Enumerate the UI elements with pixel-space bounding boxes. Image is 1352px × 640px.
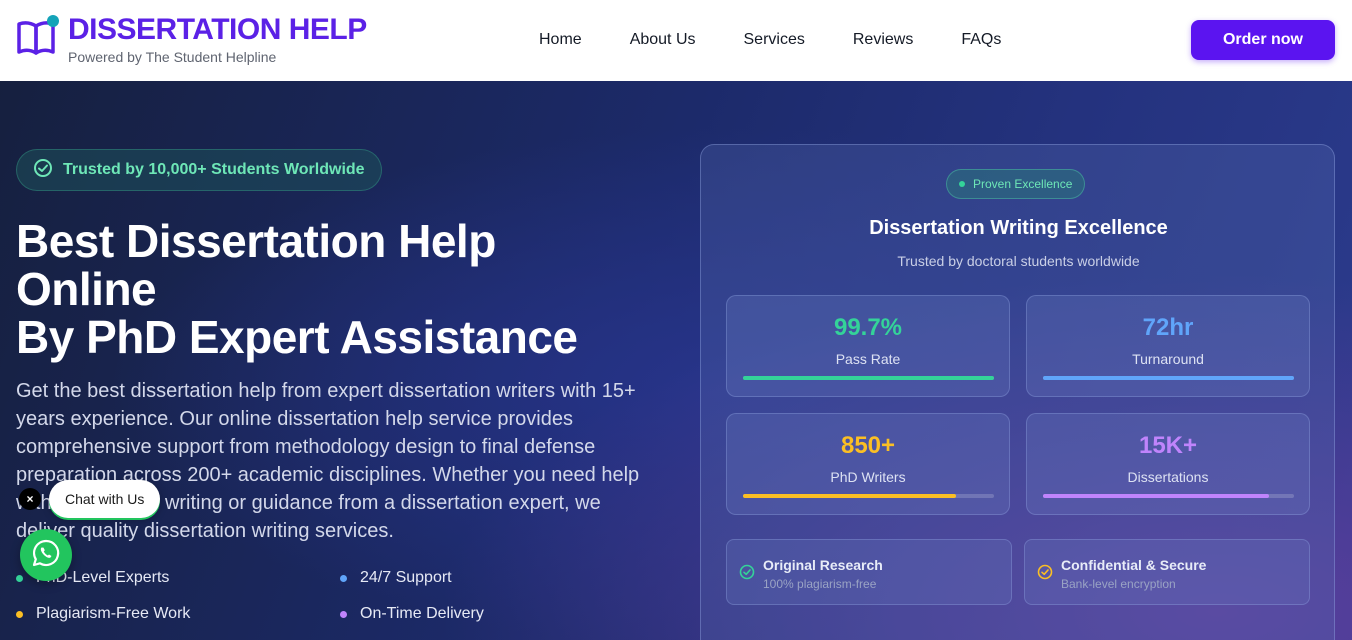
hero-title-line-1: Best Dissertation Help [16, 215, 496, 267]
book-icon [16, 14, 60, 60]
stat-progress-bar [743, 376, 994, 380]
nav-about-us[interactable]: About Us [630, 30, 696, 50]
stat-phd-writers: 850+ PhD Writers [726, 413, 1010, 515]
feature-item: 24/7 Support [340, 569, 452, 587]
stat-value: 99.7% [833, 314, 903, 341]
bullet-icon [340, 610, 347, 618]
trust-badge-text: Trusted by 10,000+ Students Worldwide [63, 161, 365, 178]
bullet-icon [16, 574, 23, 582]
nav-home[interactable]: Home [539, 30, 582, 50]
order-now-button[interactable]: Order now [1191, 20, 1335, 60]
logo[interactable]: DISSERTATION HELP Powered by The Student… [16, 14, 367, 65]
check-circle-icon [1037, 564, 1053, 585]
feature-confidential-secure: Confidential & Secure Bank-level encrypt… [1024, 539, 1310, 605]
stat-progress-bar [1043, 494, 1294, 498]
nav-faqs[interactable]: FAQs [961, 30, 1001, 50]
stat-label: Pass Rate [835, 351, 901, 367]
stat-label: Dissertations [1127, 469, 1209, 485]
pill-label: Proven Excellence [973, 177, 1073, 191]
stat-dissertations: 15K+ Dissertations [1026, 413, 1310, 515]
brand-name: DISSERTATION HELP [68, 13, 367, 46]
stat-turnaround: 72hr Turnaround [1026, 295, 1310, 397]
feature-title: Confidential & Secure [1061, 557, 1207, 573]
status-dot-icon [959, 181, 965, 187]
stat-label: Turnaround [1132, 351, 1204, 367]
feature-subtitle: 100% plagiarism-free [763, 577, 877, 591]
feature-original-research: Original Research 100% plagiarism-free [726, 539, 1012, 605]
feature-subtitle: Bank-level encryption [1061, 577, 1176, 591]
stat-progress-bar [1043, 376, 1294, 380]
feature-item: Plagiarism-Free Work [16, 605, 190, 623]
stat-pass-rate: 99.7% Pass Rate [726, 295, 1010, 397]
main-nav: Home About Us Services Reviews FAQs [539, 30, 1049, 50]
proven-excellence-pill: Proven Excellence [946, 169, 1086, 199]
brand-tagline: Powered by The Student Helpline [68, 49, 277, 65]
whatsapp-icon [31, 538, 61, 573]
feature-label: On-Time Delivery [360, 605, 484, 622]
hero-title: Best Dissertation Help Online By PhD Exp… [16, 217, 578, 361]
hero-section: Trusted by 10,000+ Students Worldwide Be… [0, 81, 1352, 640]
check-circle-icon [33, 158, 53, 183]
excellence-card: Proven Excellence Dissertation Writing E… [700, 144, 1335, 640]
nav-reviews[interactable]: Reviews [853, 30, 913, 50]
bullet-icon [16, 610, 23, 618]
feature-title: Original Research [763, 557, 883, 573]
site-header: DISSERTATION HELP Powered by The Student… [0, 0, 1352, 81]
feature-label: 24/7 Support [360, 569, 452, 586]
chat-close-button[interactable]: × [19, 488, 41, 510]
stat-value: 15K+ [1138, 432, 1198, 459]
bullet-icon [340, 574, 347, 582]
hero-title-line-2: Online [16, 263, 157, 315]
stat-label: PhD Writers [830, 469, 906, 485]
whatsapp-button[interactable] [20, 529, 72, 581]
card-subtitle: Trusted by doctoral students worldwide [897, 253, 1140, 269]
trust-badge: Trusted by 10,000+ Students Worldwide [16, 149, 382, 191]
nav-services[interactable]: Services [744, 30, 805, 50]
feature-item: On-Time Delivery [340, 605, 484, 623]
stat-progress-bar [743, 494, 994, 498]
hero-description: Get the best dissertation help from expe… [16, 380, 640, 542]
stat-value: 850+ [840, 432, 896, 459]
feature-label: Plagiarism-Free Work [36, 605, 191, 622]
hero-title-line-3: By PhD Expert Assistance [16, 311, 578, 363]
check-circle-icon [739, 564, 755, 585]
card-title: Dissertation Writing Excellence [869, 217, 1168, 239]
chat-with-us-bubble[interactable]: Chat with Us [49, 480, 161, 518]
stat-value: 72hr [1142, 314, 1194, 341]
